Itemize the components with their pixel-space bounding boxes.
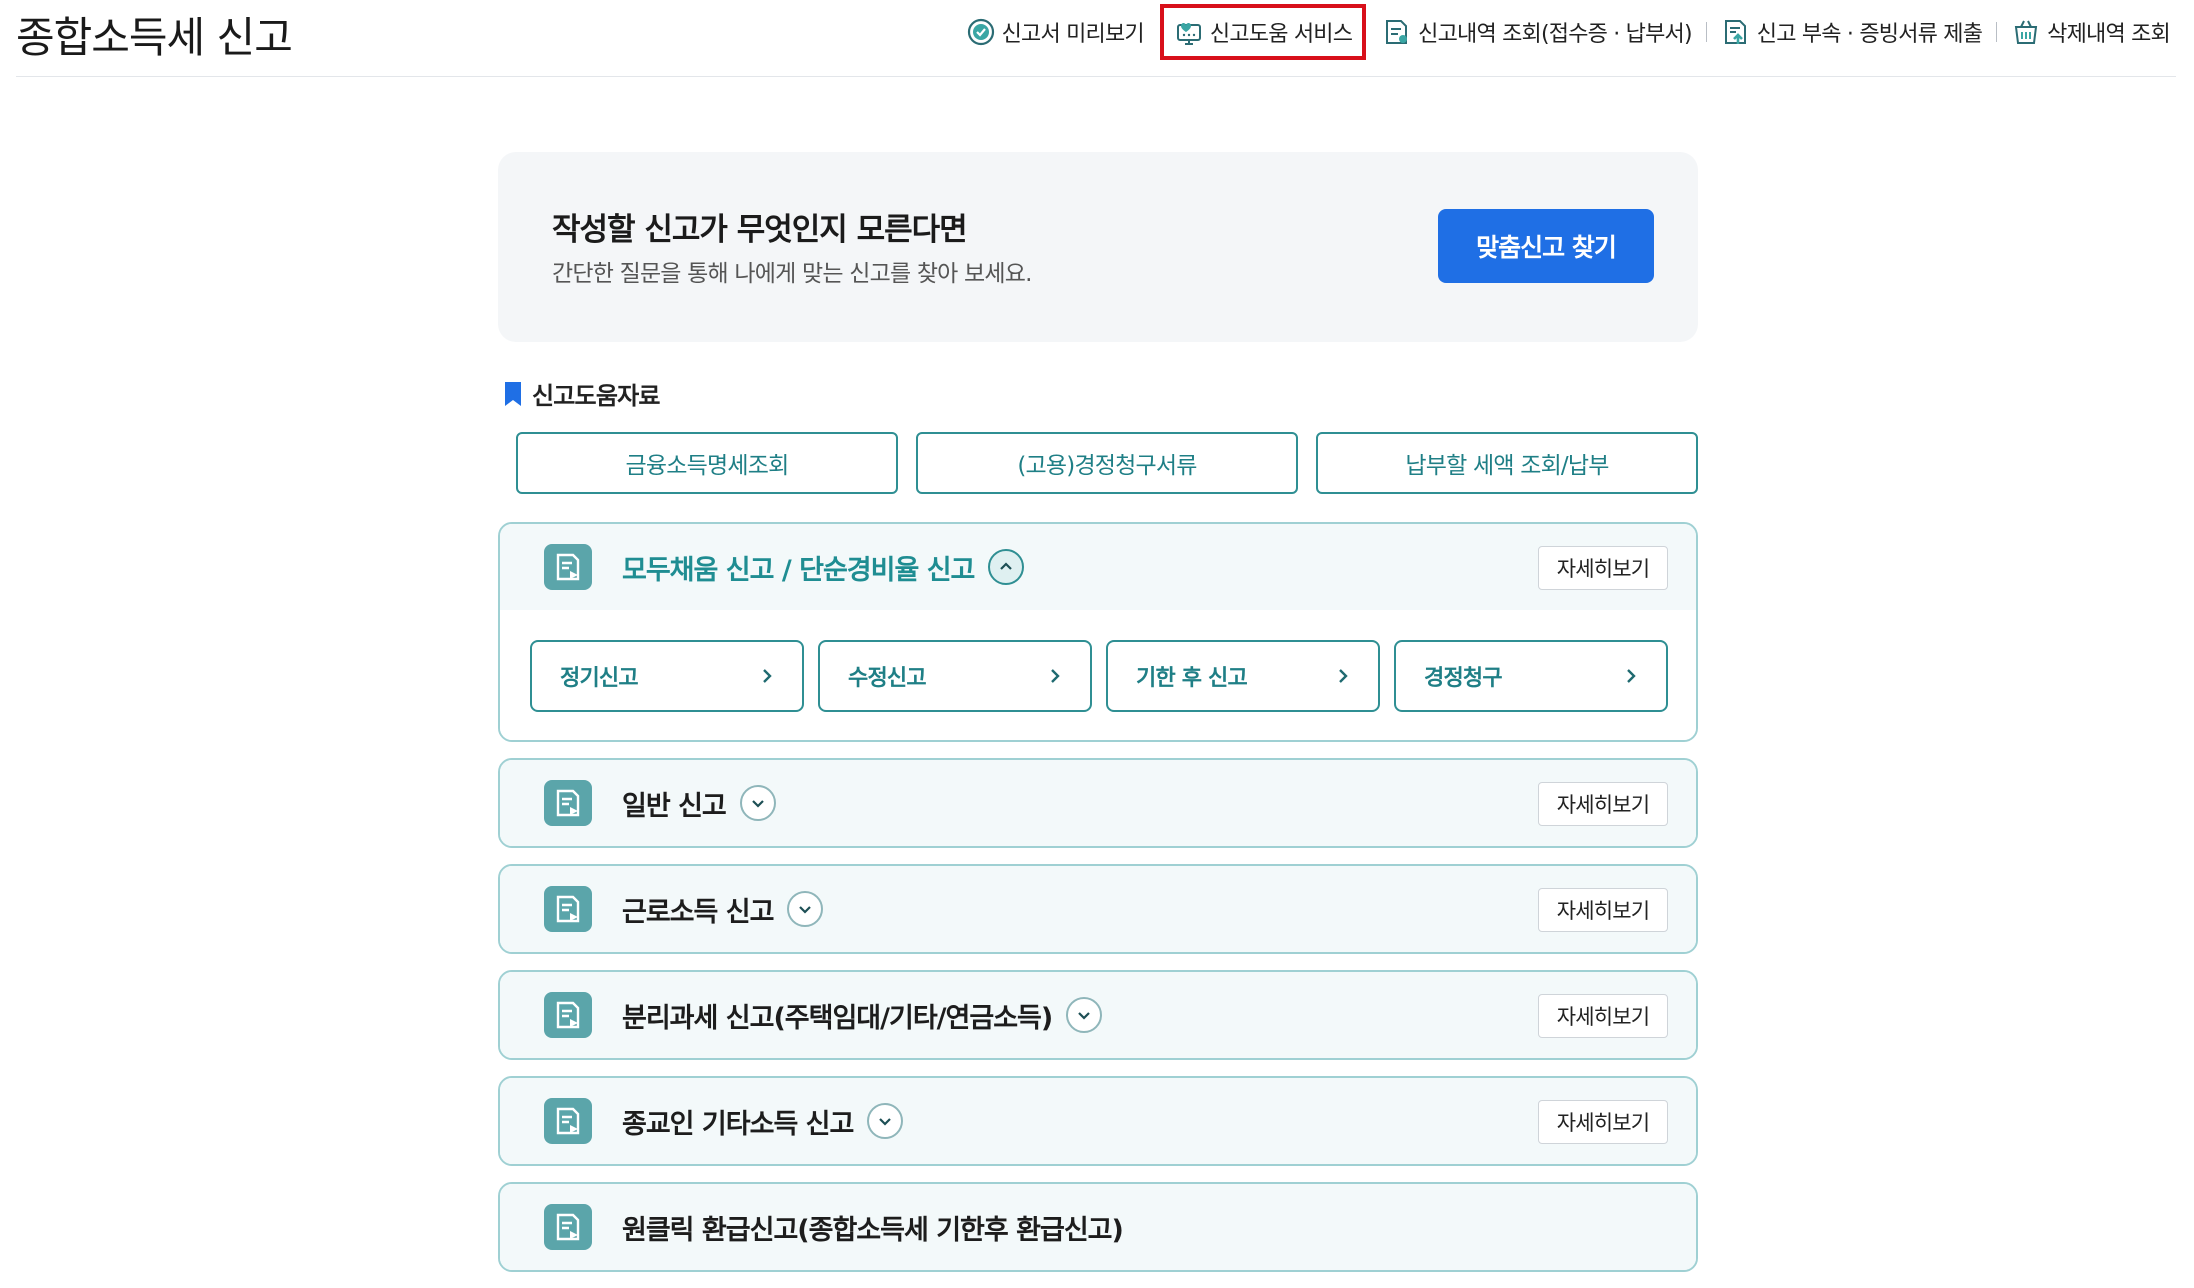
- nav-history-label: 신고내역 조회(접수증 · 납부서): [1418, 22, 1692, 47]
- view-details-button[interactable]: 자세히보기: [1538, 994, 1668, 1038]
- banner-description: 간단한 질문을 통해 나에게 맞는 신고를 찾아 보세요.: [552, 261, 1032, 287]
- chevron-right-icon: [1627, 669, 1636, 683]
- expand-toggle[interactable]: [787, 891, 824, 927]
- bookmark-icon: [505, 381, 521, 406]
- chevron-down-icon: [1078, 1012, 1091, 1020]
- accordion-title-wrap: 원클릭 환급신고(종합소득세 기한후 환급신고): [622, 1184, 1124, 1270]
- collapse-toggle[interactable]: [988, 549, 1025, 585]
- chevron-down-icon: [751, 800, 764, 808]
- report-document-icon: [544, 992, 592, 1038]
- nav-preview-label: 신고서 미리보기: [1001, 22, 1145, 47]
- accordion-title: 원클릭 환급신고(종합소득세 기한후 환급신고): [622, 1214, 1124, 1246]
- help-materials-links: 금융소득명세조회 (고용)경정청구서류 납부할 세액 조회/납부: [516, 432, 1698, 494]
- accordion-title: 종교인 기타소득 신고: [622, 1108, 854, 1140]
- accordion-title-wrap: 일반 신고: [622, 760, 776, 846]
- document-upload-icon: [1724, 20, 1746, 44]
- tax-payment-lookup-link[interactable]: 납부할 세액 조회/납부: [1316, 432, 1698, 494]
- accordion-item-religious-income-report: 종교인 기타소득 신고 자세히보기: [498, 1076, 1698, 1166]
- view-details-button[interactable]: 자세히보기: [1538, 782, 1668, 826]
- accordion-header[interactable]: 일반 신고 자세히보기: [500, 760, 1696, 846]
- main-content: 작성할 신고가 무엇인지 모른다면 간단한 질문을 통해 나에게 맞는 신고를 …: [498, 152, 1698, 1272]
- report-document-icon: [544, 780, 592, 826]
- accordion-title: 근로소득 신고: [622, 896, 774, 928]
- page-title: 종합소득세 신고: [16, 13, 293, 62]
- accordion-item-simple-report: 모두채움 신고 / 단순경비율 신고 자세히보기 정기신고 수정신고 기한 후 …: [498, 522, 1698, 742]
- expand-toggle[interactable]: [1066, 997, 1103, 1033]
- help-materials-heading-label: 신고도움자료: [532, 382, 660, 410]
- nav-history[interactable]: 신고내역 조회(접수증 · 납부서): [1382, 16, 1693, 48]
- chevron-up-icon: [1000, 562, 1013, 570]
- report-document-icon: [544, 544, 592, 590]
- correction-claim-documents-link[interactable]: (고용)경정청구서류: [916, 432, 1298, 494]
- nav-preview[interactable]: 신고서 미리보기: [966, 16, 1145, 48]
- expand-toggle[interactable]: [867, 1103, 904, 1139]
- nav-help-service[interactable]: 신고도움 서비스: [1159, 4, 1367, 60]
- financial-income-lookup-link[interactable]: 금융소득명세조회: [516, 432, 898, 494]
- top-nav: 신고서 미리보기 신고도움 서비스 신고내역 조회(접수증 · 납부서) 신고 …: [966, 4, 2171, 60]
- custom-report-banner: 작성할 신고가 무엇인지 모른다면 간단한 질문을 통해 나에게 맞는 신고를 …: [498, 152, 1698, 342]
- report-type-accordion: 모두채움 신고 / 단순경비율 신고 자세히보기 정기신고 수정신고 기한 후 …: [498, 522, 1698, 1288]
- report-document-icon: [544, 1098, 592, 1144]
- banner-title: 작성할 신고가 무엇인지 모른다면: [552, 212, 968, 248]
- nav-submit-documents[interactable]: 신고 부속 · 증빙서류 제출: [1721, 16, 1983, 48]
- nav-help-service-label: 신고도움 서비스: [1209, 22, 1353, 47]
- expand-toggle[interactable]: [739, 785, 776, 821]
- header: 종합소득세 신고 신고서 미리보기 신고도움 서비스 신고내역 조회(접수증 ·…: [16, 0, 2176, 77]
- nav-divider: [1705, 22, 1707, 42]
- report-document-icon: [544, 886, 592, 932]
- accordion-item-general-report: 일반 신고 자세히보기: [498, 758, 1698, 848]
- trash-basket-icon: [2015, 20, 2038, 44]
- accordion-item-one-click-refund: 원클릭 환급신고(종합소득세 기한후 환급신고): [498, 1182, 1698, 1272]
- regular-report-option[interactable]: 정기신고: [530, 640, 804, 712]
- chevron-right-icon: [1339, 669, 1348, 683]
- accordion-header[interactable]: 종교인 기타소득 신고 자세히보기: [500, 1078, 1696, 1164]
- option-label: 수정신고: [848, 666, 927, 691]
- check-circle-icon: [967, 18, 994, 46]
- view-details-button[interactable]: 자세히보기: [1538, 888, 1668, 932]
- nav-deleted-history-label: 삭제내역 조회: [2047, 22, 2171, 47]
- report-document-icon: [544, 1204, 592, 1250]
- accordion-item-earned-income-report: 근로소득 신고 자세히보기: [498, 864, 1698, 954]
- accordion-title-wrap: 근로소득 신고: [622, 866, 824, 952]
- document-search-icon: [1386, 20, 1408, 44]
- nav-deleted-history[interactable]: 삭제내역 조회: [2011, 16, 2171, 48]
- accordion-options: 정기신고 수정신고 기한 후 신고 경정청구: [500, 610, 1696, 740]
- accordion-header[interactable]: 원클릭 환급신고(종합소득세 기한후 환급신고): [500, 1184, 1696, 1270]
- accordion-title-wrap: 종교인 기타소득 신고: [622, 1078, 904, 1164]
- option-label: 기한 후 신고: [1136, 666, 1248, 691]
- find-custom-report-button[interactable]: 맞춤신고 찾기: [1438, 209, 1654, 283]
- help-monitor-icon: [1176, 23, 1201, 45]
- view-details-button[interactable]: 자세히보기: [1538, 1100, 1668, 1144]
- chevron-down-icon: [799, 906, 812, 914]
- accordion-title: 분리과세 신고(주택임대/기타/연금소득): [622, 1002, 1053, 1034]
- chevron-right-icon: [1051, 669, 1060, 683]
- accordion-item-separate-taxation-report: 분리과세 신고(주택임대/기타/연금소득) 자세히보기: [498, 970, 1698, 1060]
- accordion-header[interactable]: 분리과세 신고(주택임대/기타/연금소득) 자세히보기: [500, 972, 1696, 1058]
- option-label: 정기신고: [560, 666, 639, 691]
- amended-report-option[interactable]: 수정신고: [818, 640, 1092, 712]
- late-report-option[interactable]: 기한 후 신고: [1106, 640, 1380, 712]
- view-details-button[interactable]: 자세히보기: [1538, 546, 1668, 590]
- accordion-title-wrap: 모두채움 신고 / 단순경비율 신고: [622, 524, 1025, 610]
- accordion-header[interactable]: 모두채움 신고 / 단순경비율 신고 자세히보기: [500, 524, 1696, 610]
- chevron-down-icon: [879, 1118, 892, 1126]
- accordion-header[interactable]: 근로소득 신고 자세히보기: [500, 866, 1696, 952]
- chevron-right-icon: [763, 669, 772, 683]
- correction-claim-option[interactable]: 경정청구: [1394, 640, 1668, 712]
- nav-divider: [1996, 22, 1998, 42]
- nav-submit-documents-label: 신고 부속 · 증빙서류 제출: [1756, 22, 1983, 47]
- option-label: 경정청구: [1424, 666, 1503, 691]
- help-materials-heading: 신고도움자료: [504, 376, 660, 411]
- accordion-title: 일반 신고: [622, 790, 727, 822]
- accordion-title-wrap: 분리과세 신고(주택임대/기타/연금소득): [622, 972, 1103, 1058]
- accordion-title: 모두채움 신고 / 단순경비율 신고: [622, 554, 975, 586]
